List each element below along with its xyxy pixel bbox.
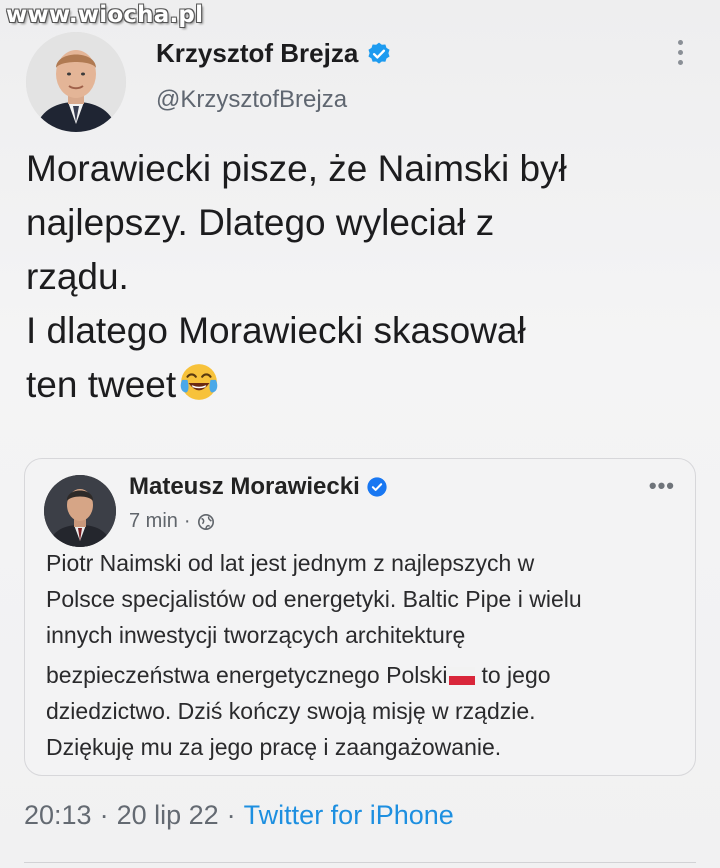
- author-handle[interactable]: @KrzysztofBrejza: [156, 86, 347, 114]
- verified-badge-icon: [368, 42, 390, 64]
- tweet-date[interactable]: 20 lip 22: [117, 800, 219, 831]
- quoted-post-card[interactable]: Mateusz Morawiecki 7 min · ••• Piotr Nai…: [24, 458, 696, 776]
- quoted-line: Polsce specjalistów od energetyki. Balti…: [46, 586, 582, 612]
- divider: [24, 862, 696, 863]
- author-name[interactable]: Krzysztof Brejza: [156, 38, 392, 69]
- footer-separator: ·: [226, 800, 236, 830]
- tweet-footer: 20:13 · 20 lip 22 · Twitter for iPhone: [24, 800, 454, 831]
- quoted-author-avatar[interactable]: [44, 475, 116, 547]
- tweet-line: ten tweet: [26, 364, 177, 405]
- face-with-tears-of-joy-icon: [180, 364, 218, 400]
- poland-flag-icon: [449, 667, 476, 685]
- tweet-text: Morawiecki pisze, że Naimski był najleps…: [26, 142, 706, 412]
- quoted-line: innych inwestycji tworzących architektur…: [46, 622, 466, 648]
- quoted-post-meta: 7 min ·: [129, 510, 215, 533]
- quoted-line: dziedzictwo. Dziś kończy swoją misję w r…: [46, 698, 536, 724]
- quoted-more-options-icon[interactable]: •••: [649, 473, 675, 499]
- tweet-line: Morawiecki pisze, że Naimski był: [26, 148, 567, 189]
- quoted-line: Piotr Naimski od lat jest jednym z najle…: [46, 550, 535, 576]
- tweet-time[interactable]: 20:13: [24, 800, 92, 831]
- quoted-line-part: bezpieczeństwa energetycznego Polski: [46, 662, 448, 688]
- quoted-line-part: to jego: [481, 662, 551, 688]
- verified-badge-icon: [367, 477, 387, 497]
- more-options-icon[interactable]: [672, 40, 688, 70]
- tweet-source-link[interactable]: Twitter for iPhone: [244, 800, 454, 831]
- author-avatar[interactable]: [26, 32, 126, 132]
- quoted-time-ago[interactable]: 7 min: [129, 510, 178, 533]
- tweet-line: najlepszy. Dlatego wyleciał z: [26, 202, 495, 243]
- author-name-label: Krzysztof Brejza: [156, 38, 359, 68]
- watermark: www.wiocha.pl: [6, 2, 204, 28]
- quoted-post-text: Piotr Naimski od lat jest jednym z najle…: [46, 545, 676, 765]
- meta-separator: ·: [183, 510, 191, 532]
- globe-icon: [197, 513, 214, 530]
- tweet-line: rządu.: [26, 256, 129, 297]
- quoted-author-name[interactable]: Mateusz Morawiecki: [129, 473, 388, 501]
- quoted-line-with-flag: bezpieczeństwa energetycznego Polski to j…: [46, 657, 676, 693]
- tweet-line: I dlatego Morawiecki skasował: [26, 310, 526, 351]
- quoted-line: Dziękuję mu za jego pracę i zaangażowani…: [46, 734, 502, 760]
- quoted-author-name-label: Mateusz Morawiecki: [129, 473, 360, 500]
- footer-separator: ·: [99, 800, 109, 830]
